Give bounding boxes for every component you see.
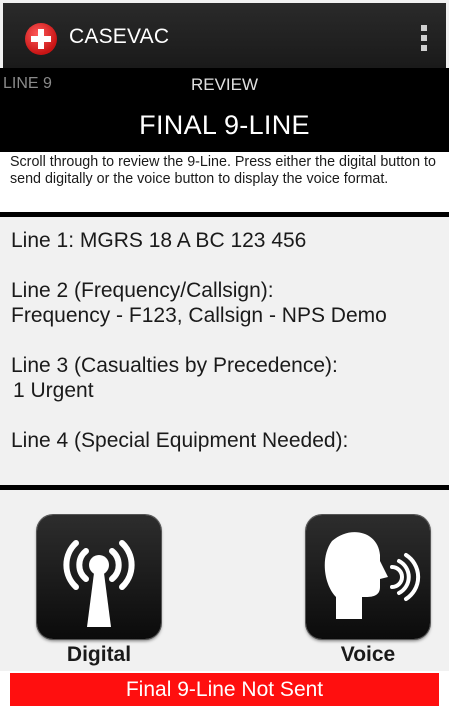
instructions-text: Scroll through to review the 9-Line. Pre… [0,152,449,212]
voice-label: Voice [340,643,396,666]
send-button-area: Digital Voice [0,490,449,671]
review-line-1: Line 1: MGRS 18 A BC 123 456 [11,228,449,253]
radio-antenna-icon [63,540,135,627]
review-line-3: Line 3 (Casualties by Precedence): 1 Urg… [11,353,449,403]
review-line-value: Frequency - F123, Callsign - NPS Demo [11,304,387,327]
review-line-label: Line 4 (Special Equipment Needed): [11,429,349,452]
review-list[interactable]: Line 1: MGRS 18 A BC 123 456 Line 2 (Fre… [0,217,449,485]
tab-review[interactable]: REVIEW [0,75,449,95]
red-cross-icon [25,23,57,55]
review-line-4: Line 4 (Special Equipment Needed): [11,428,449,453]
review-line-label: Line 1: MGRS 18 A BC 123 456 [11,229,307,252]
casevac-screen: CASEVAC LINE 9 REVIEW FINAL 9-LINE Scrol… [0,0,449,706]
app-title: CASEVAC [69,25,170,48]
review-line-label: Line 3 (Casualties by Precedence): [11,354,338,377]
title-bar: FINAL 9-LINE [0,100,449,152]
digital-button[interactable] [37,515,161,639]
action-bar: CASEVAC [0,0,449,68]
page-title: FINAL 9-LINE [139,110,310,140]
tab-strip: LINE 9 REVIEW [0,68,449,100]
review-line-label: Line 2 (Frequency/Callsign): [11,279,274,302]
overflow-menu-icon[interactable] [420,25,428,53]
voice-button[interactable] [306,515,430,639]
speaking-head-icon [324,532,421,619]
review-line-value: 1 Urgent [13,379,94,402]
send-status-banner: Final 9-Line Not Sent [10,673,439,706]
review-line-2: Line 2 (Frequency/Callsign): Frequency -… [11,278,449,328]
digital-label: Digital [66,643,132,666]
